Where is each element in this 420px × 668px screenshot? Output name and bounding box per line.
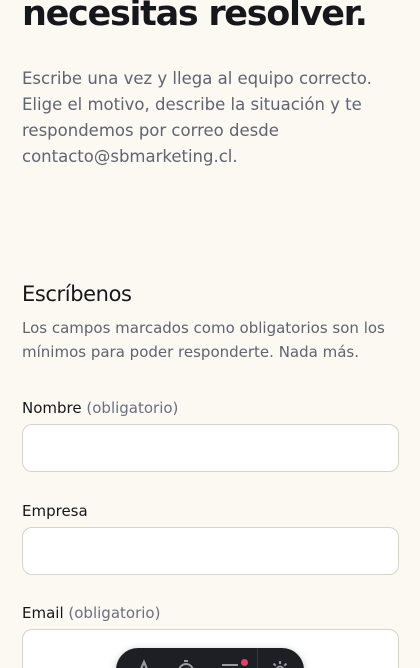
- empresa-label-text: Empresa: [22, 502, 88, 520]
- hero-title: necesitas resolver.: [22, 0, 368, 34]
- gear-icon[interactable]: [268, 658, 292, 668]
- empresa-label: Empresa: [22, 501, 88, 521]
- nombre-required-hint: (obligatorio): [86, 399, 179, 417]
- email-label-text: Email: [22, 604, 64, 622]
- form-title: Escríbenos: [22, 282, 132, 306]
- empresa-input[interactable]: [22, 527, 399, 575]
- nombre-input[interactable]: [22, 424, 399, 472]
- contact-page: necesitas resolver. Escribe una vez y ll…: [0, 0, 420, 668]
- email-label: Email (obligatorio): [22, 603, 160, 623]
- nombre-label: Nombre (obligatorio): [22, 398, 178, 418]
- email-required-hint: (obligatorio): [68, 604, 161, 622]
- notification-dot: [241, 659, 248, 666]
- timer-icon[interactable]: [174, 658, 198, 668]
- form-description: Los campos marcados como obligatorios so…: [22, 319, 385, 361]
- nombre-label-text: Nombre: [22, 399, 82, 417]
- menu-icon[interactable]: [218, 658, 242, 668]
- floating-toolbar: [116, 648, 304, 668]
- hero-description: Escribe una vez y llega al equipo correc…: [22, 69, 372, 166]
- text-icon[interactable]: [132, 658, 156, 668]
- toolbar-divider: [257, 648, 258, 668]
